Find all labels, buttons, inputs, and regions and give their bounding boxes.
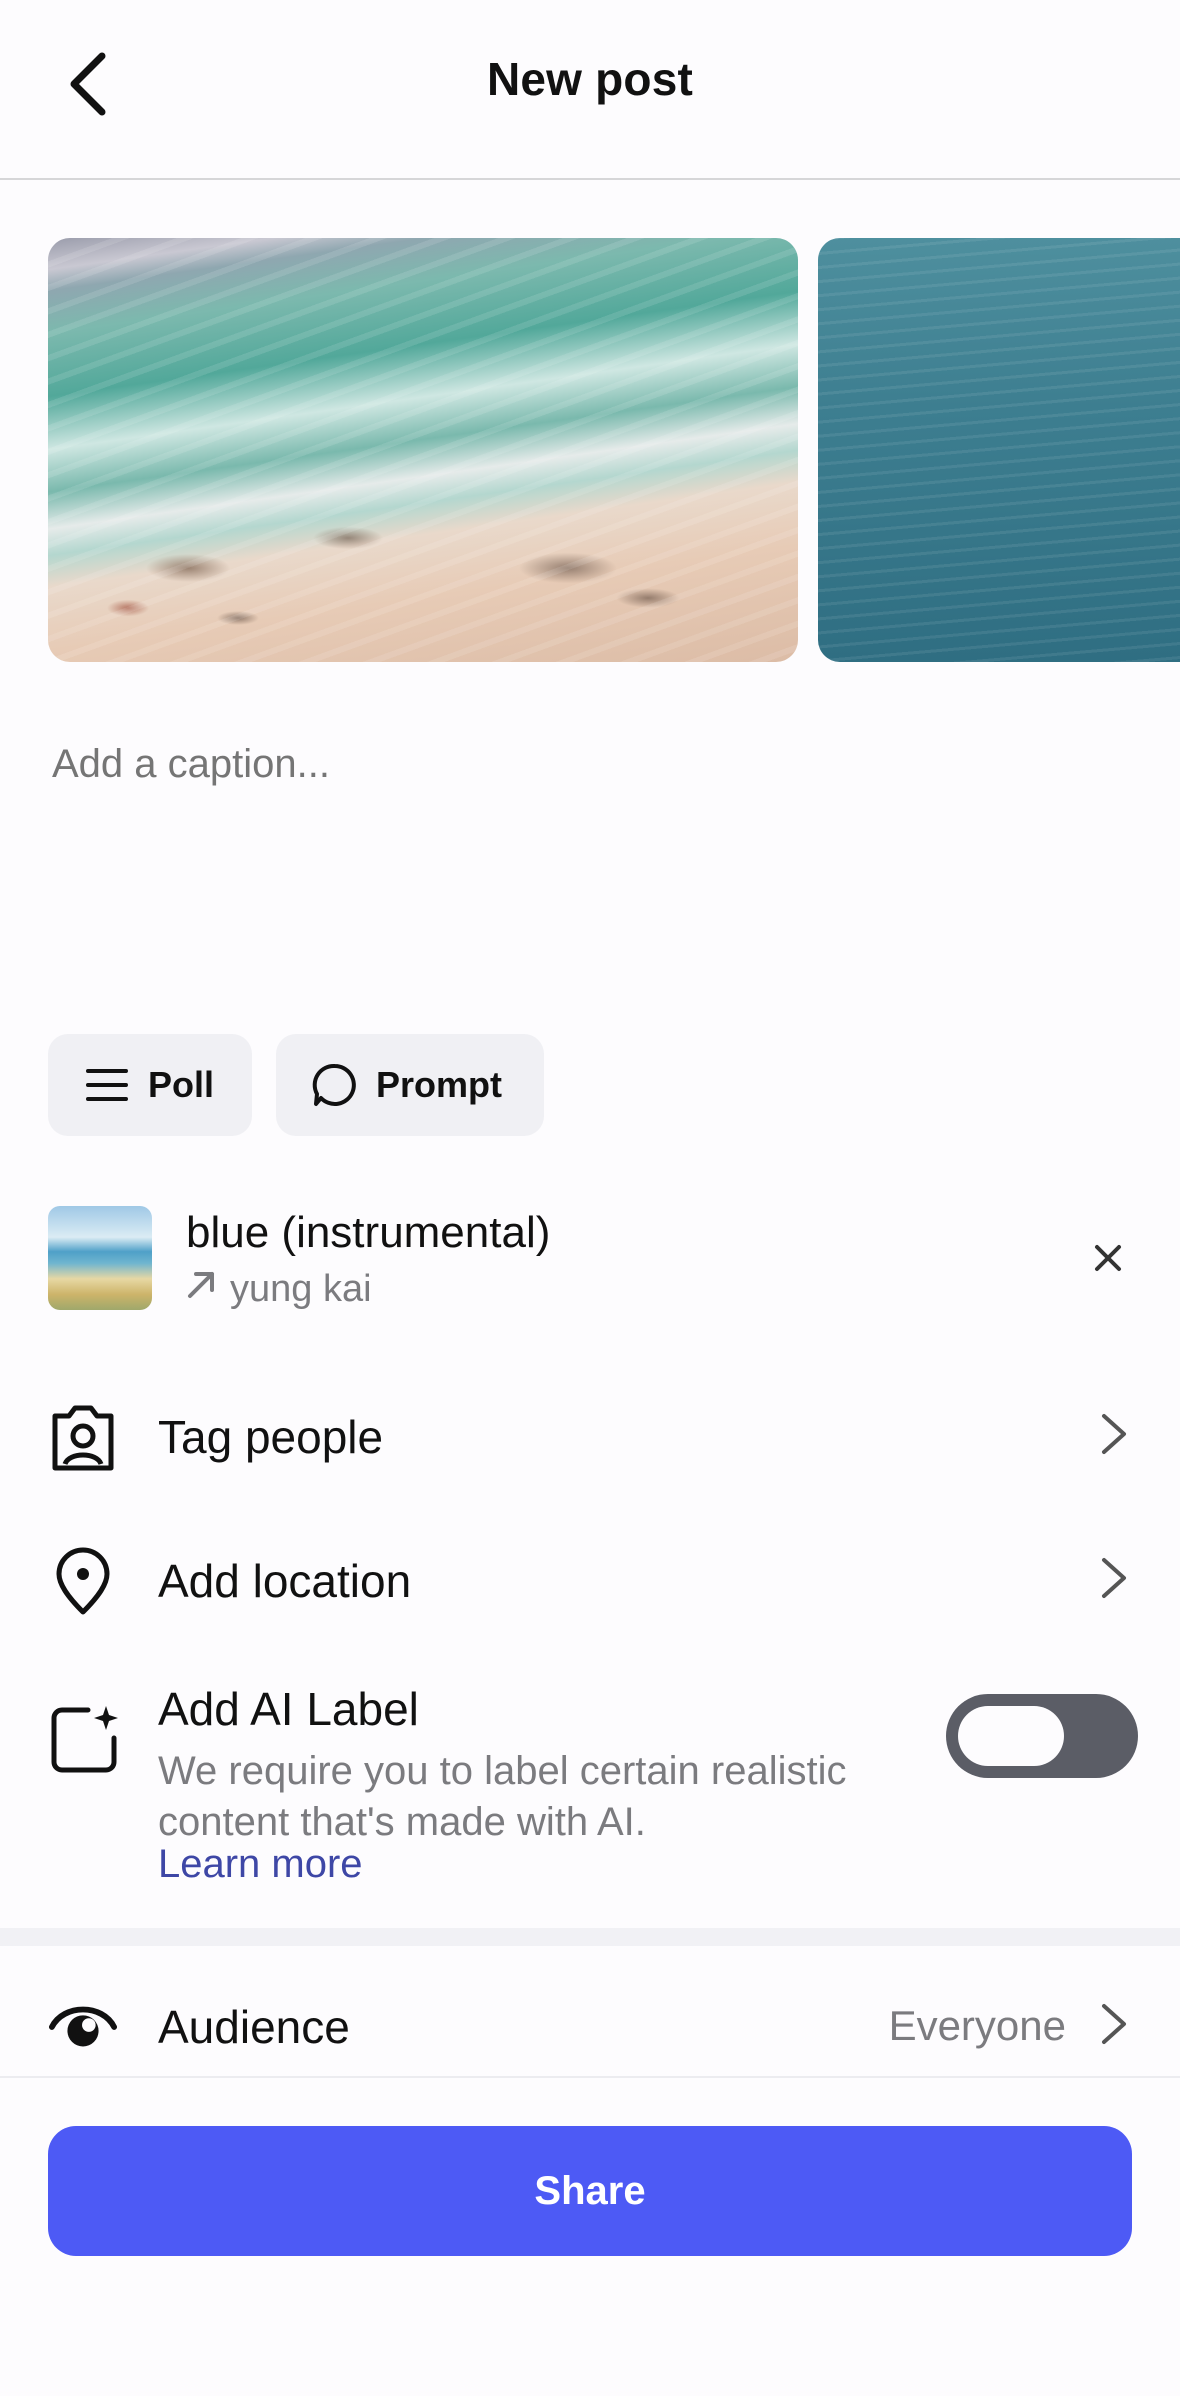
learn-more-link[interactable]: Learn more <box>158 1842 363 1887</box>
person-tag-icon <box>48 1402 118 1472</box>
ai-label-description: We require you to label certain realisti… <box>158 1749 847 1844</box>
media-thumbnail-beach[interactable] <box>48 238 798 662</box>
artist-name: yung kai <box>230 1268 372 1310</box>
prompt-label: Prompt <box>376 1064 502 1105</box>
tag-people-label: Tag people <box>158 1411 384 1463</box>
section-divider <box>0 1928 1180 1946</box>
music-attachment[interactable]: blue (instrumental) yung kai <box>48 1206 1138 1310</box>
remove-music-button[interactable] <box>1078 1228 1138 1288</box>
poll-button[interactable]: Poll <box>48 1034 252 1136</box>
album-art <box>48 1206 152 1310</box>
arrow-up-right-icon <box>186 1270 216 1309</box>
ai-label-section: Add AI Label We require you to label cer… <box>48 1680 1138 1900</box>
caption-input[interactable] <box>52 742 1132 787</box>
bottom-divider <box>0 2076 1180 2078</box>
close-icon <box>1095 1245 1121 1271</box>
page-title: New post <box>486 53 694 105</box>
media-carousel[interactable] <box>0 238 1180 662</box>
audience-label: Audience <box>158 2001 350 2053</box>
eye-icon <box>48 1992 118 2062</box>
audience-row[interactable]: Audience Everyone <box>48 1966 1138 2076</box>
chevron-right-icon <box>1090 2000 1138 2048</box>
poll-label: Poll <box>148 1064 215 1105</box>
top-bar: New post <box>0 0 1180 180</box>
tag-people-row[interactable]: Tag people <box>48 1376 1138 1486</box>
chevron-right-icon <box>1090 1554 1138 1602</box>
add-location-row[interactable]: Add location <box>48 1520 1138 1630</box>
song-title: blue (instrumental) <box>186 1208 551 1257</box>
audience-value: Everyone <box>888 2002 1066 2049</box>
chevron-right-icon <box>1090 1410 1138 1458</box>
ai-label-title: Add AI Label <box>158 1683 419 1735</box>
share-button[interactable]: Share <box>48 2126 1132 2256</box>
list-icon <box>84 1062 130 1108</box>
media-thumbnail-ocean[interactable] <box>818 238 1180 662</box>
add-location-label: Add location <box>158 1555 412 1607</box>
toggle-knob <box>958 1706 1064 1766</box>
location-pin-icon <box>48 1546 118 1616</box>
ai-sparkle-icon <box>48 1704 120 1776</box>
song-artist: yung kai <box>186 1268 372 1311</box>
prompt-button[interactable]: Prompt <box>276 1034 544 1136</box>
ai-label-toggle[interactable] <box>946 1694 1138 1778</box>
speech-bubble-icon <box>312 1062 358 1108</box>
